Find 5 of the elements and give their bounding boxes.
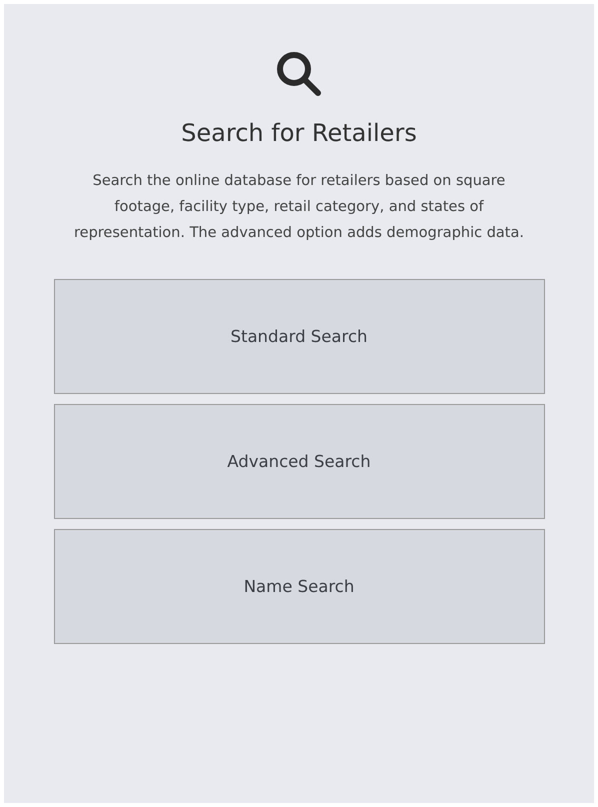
description-text: Search the online database for retailers based on square footage, facility type, retail category, and states of representation. The advanced option adds demographic data. bbox=[73, 172, 525, 243]
search-option-button[interactable]: Advanced Search bbox=[54, 404, 544, 519]
page-title: Search for Retailers bbox=[181, 118, 417, 149]
search-option-button[interactable]: Standard Search bbox=[54, 279, 544, 394]
search-option-button[interactable]: Name Search bbox=[54, 529, 544, 644]
